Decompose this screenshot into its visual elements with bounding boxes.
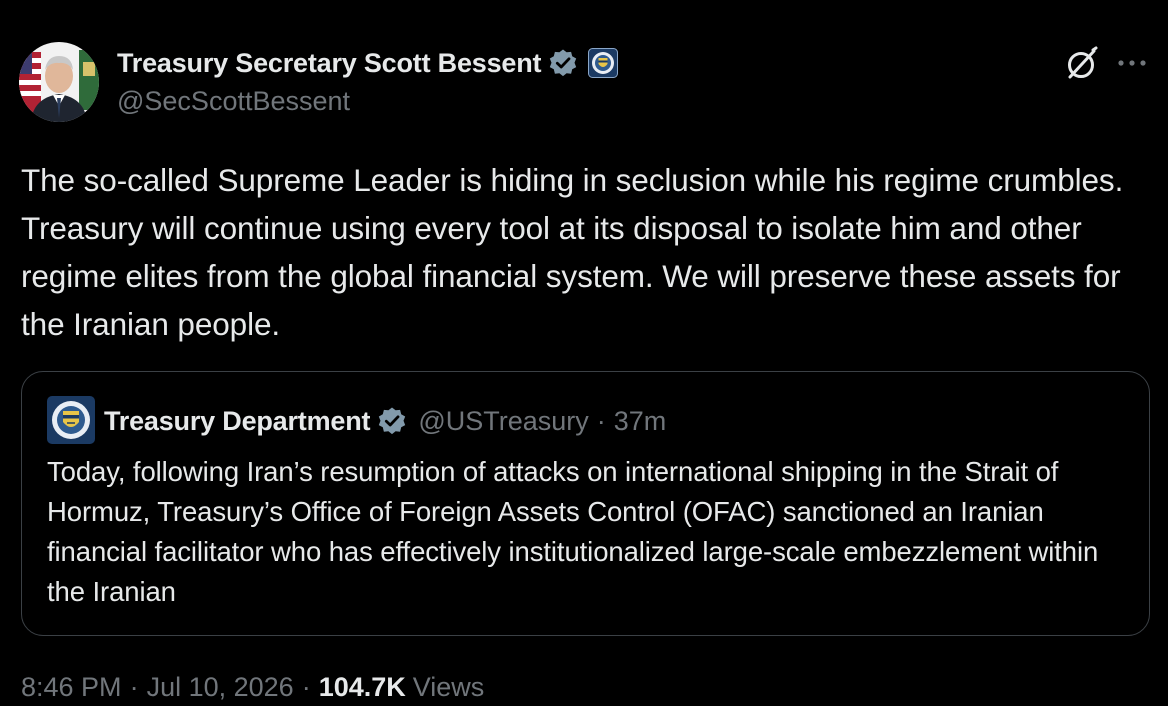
quote-separator: · [596,405,606,436]
meta-separator: · [301,672,311,702]
tweet-meta: 8:46 PM · Jul 10, 2026 · 104.7K Views [21,672,484,703]
meta-separator: · [129,672,139,702]
grok-icon [1068,46,1098,79]
avatar-photo [19,42,99,122]
views-label: Views [412,672,485,702]
author-display-name[interactable]: Treasury Secretary Scott Bessent [117,48,542,79]
quote-header: Treasury Department @USTreasury · 37m [104,402,666,440]
more-button[interactable] [1112,46,1152,80]
quote-display-name[interactable]: Treasury Department [104,406,371,437]
treasury-seal-icon[interactable] [588,48,619,78]
tweet: Treasury Secretary Scott Bessent @SecSco… [0,0,1168,706]
author-name-row: Treasury Secretary Scott Bessent [117,44,619,82]
more-icon [1118,60,1146,66]
views-count[interactable]: 104.7K [319,672,406,703]
quote-text: Today, following Iran’s resumption of at… [47,456,1099,607]
tweet-time[interactable]: 8:46 PM [21,672,122,703]
quote-avatar[interactable] [47,396,95,444]
tweet-text: The so-called Supreme Leader is hiding i… [21,162,1124,342]
treasury-seal-icon [47,396,95,444]
quote-timestamp[interactable]: 37m [614,406,667,437]
grok-button[interactable] [1062,44,1102,84]
verified-badge-icon [377,406,407,436]
verified-badge-icon [548,48,578,78]
author-handle[interactable]: @SecScottBessent [117,86,350,117]
tweet-date[interactable]: Jul 10, 2026 [147,672,294,703]
author-avatar[interactable] [19,42,99,122]
quote-handle[interactable]: @USTreasury [418,406,588,437]
quoted-tweet-card[interactable]: Treasury Department @USTreasury · 37m To… [21,371,1150,636]
